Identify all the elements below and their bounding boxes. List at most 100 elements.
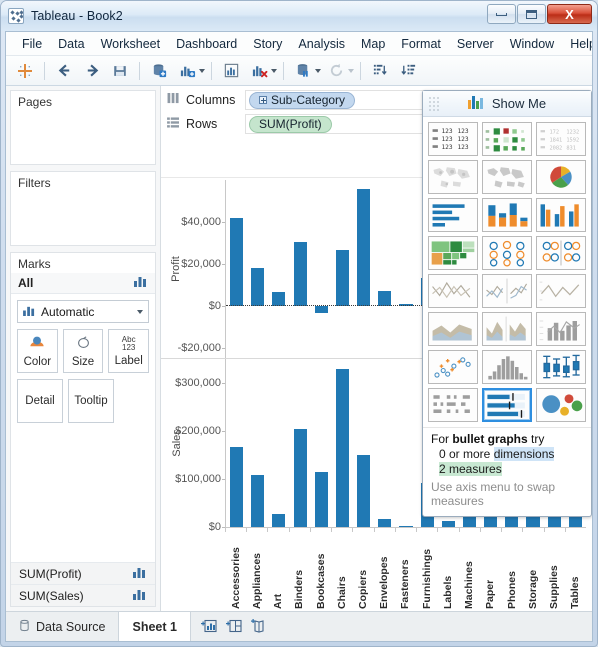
bar-column[interactable] [311, 180, 332, 358]
x-axis-tick[interactable]: Machines [458, 528, 480, 611]
bar-column[interactable] [353, 180, 374, 358]
refresh-icon[interactable] [323, 59, 349, 83]
duplicate-sheet-icon[interactable] [218, 59, 244, 83]
x-axis-tick[interactable]: Storage [522, 528, 543, 611]
bar-column[interactable] [268, 359, 289, 527]
x-axis-tick[interactable]: Tables [564, 528, 586, 611]
menu-analysis[interactable]: Analysis [290, 34, 353, 54]
sort-ascending-icon[interactable] [367, 59, 393, 83]
bar-column[interactable] [247, 180, 268, 358]
x-axis-tick[interactable]: Appliances [246, 528, 267, 611]
bar-column[interactable] [247, 359, 268, 527]
save-icon[interactable] [107, 59, 133, 83]
menu-help[interactable]: Help [562, 34, 592, 54]
new-worksheet-icon[interactable] [174, 59, 200, 83]
x-axis-tick[interactable]: Binders [288, 528, 310, 611]
menu-data[interactable]: Data [50, 34, 92, 54]
text-table-icon[interactable]: 123 123 123 123 123 123 [428, 122, 478, 156]
line-continuous-icon[interactable] [536, 274, 586, 308]
x-axis-labels[interactable]: Accessories Appliances Art Binders Bookcases… [225, 527, 586, 611]
bar[interactable] [378, 519, 392, 527]
box-and-whisker-icon[interactable] [536, 350, 586, 384]
new-dashboard-tab-icon[interactable] [225, 618, 242, 636]
close-button[interactable]: X [547, 4, 592, 24]
histogram-icon[interactable] [482, 350, 532, 384]
side-by-side-circle-icon[interactable] [536, 236, 586, 270]
dual-line-icon[interactable] [482, 274, 532, 308]
symbol-map-icon[interactable] [428, 160, 478, 194]
new-story-tab-icon[interactable] [250, 618, 267, 636]
new-data-source-icon[interactable] [146, 59, 172, 83]
size-card-button[interactable]: Size [62, 329, 104, 373]
sheet-1-tab[interactable]: Sheet 1 [119, 612, 191, 641]
back-arrow-icon[interactable] [51, 59, 77, 83]
bar-column[interactable] [268, 180, 289, 358]
line-discrete-icon[interactable] [428, 274, 478, 308]
pill-sub-category[interactable]: Sub-Category [249, 91, 356, 109]
detail-card-button[interactable]: Detail [17, 379, 63, 423]
expand-plus-icon[interactable] [259, 96, 267, 104]
show-me-header[interactable]: Show Me [423, 91, 591, 117]
data-source-tab[interactable]: Data Source [6, 612, 120, 641]
bar[interactable] [293, 429, 307, 527]
menu-map[interactable]: Map [353, 34, 393, 54]
sort-descending-icon[interactable] [395, 59, 421, 83]
stacked-bar-icon[interactable] [482, 198, 532, 232]
bar[interactable] [378, 291, 392, 306]
x-axis-tick[interactable]: Phones [501, 528, 522, 611]
bar-column[interactable] [290, 359, 311, 527]
horizontal-bar-icon[interactable] [428, 198, 478, 232]
circle-view-icon[interactable] [482, 236, 532, 270]
bar[interactable] [251, 267, 265, 306]
tooltip-card-button[interactable]: Tooltip [68, 379, 114, 423]
clear-sheet-icon[interactable] [246, 59, 272, 83]
chevron-down-icon[interactable] [137, 309, 143, 314]
x-axis-tick[interactable]: Paper [479, 528, 501, 611]
menu-window[interactable]: Window [502, 34, 562, 54]
swap-rows-columns-icon[interactable] [290, 59, 316, 83]
menu-server[interactable]: Server [449, 34, 502, 54]
x-axis-tick[interactable]: Envelopes [373, 528, 395, 611]
tableau-home-icon[interactable] [12, 59, 38, 83]
marks-measure-sales[interactable]: SUM(Sales) [11, 584, 155, 606]
menu-format[interactable]: Format [393, 34, 449, 54]
x-axis-tick[interactable]: Art [267, 528, 288, 611]
bar[interactable] [335, 249, 349, 306]
x-axis-tick[interactable]: Labels [437, 528, 458, 611]
bar-column[interactable] [395, 359, 416, 527]
dual-combination-icon[interactable] [536, 312, 586, 346]
side-by-side-bar-icon[interactable] [536, 198, 586, 232]
bar[interactable] [272, 292, 286, 306]
pill-sum-profit[interactable]: SUM(Profit) [249, 115, 332, 133]
profit-y-axis[interactable]: -$20,000 $0 $20,000 $40,000 [161, 180, 226, 358]
scatter-plot-icon[interactable] [428, 350, 478, 384]
packed-bubbles-icon[interactable] [536, 388, 586, 422]
marks-measure-profit[interactable]: SUM(Profit) [11, 562, 155, 584]
bar-column[interactable] [311, 359, 332, 527]
bar[interactable] [314, 471, 328, 527]
maximize-button[interactable] [517, 4, 546, 24]
bar[interactable] [230, 446, 244, 527]
menu-file[interactable]: File [14, 34, 50, 54]
bar-column[interactable] [374, 359, 395, 527]
bar-column[interactable] [332, 180, 353, 358]
minimize-button[interactable] [487, 4, 516, 24]
bar[interactable] [230, 217, 244, 306]
bar-column[interactable] [226, 180, 247, 358]
marks-all-row[interactable]: All [11, 273, 155, 294]
bar-column[interactable] [395, 180, 416, 358]
area-discrete-icon[interactable] [482, 312, 532, 346]
bullet-graph-icon[interactable] [482, 388, 532, 422]
treemap-icon[interactable] [428, 236, 478, 270]
pages-drop-zone[interactable] [11, 112, 155, 164]
bar[interactable] [272, 513, 286, 527]
bar[interactable] [335, 369, 349, 527]
bar-column[interactable] [374, 180, 395, 358]
bar-column[interactable] [353, 359, 374, 527]
bar-column[interactable] [332, 359, 353, 527]
x-axis-tick[interactable]: Fasteners [394, 528, 416, 611]
bar-column[interactable] [226, 359, 247, 527]
filled-map-icon[interactable] [482, 160, 532, 194]
bar[interactable] [357, 455, 371, 527]
x-axis-tick[interactable]: Copiers [352, 528, 373, 611]
